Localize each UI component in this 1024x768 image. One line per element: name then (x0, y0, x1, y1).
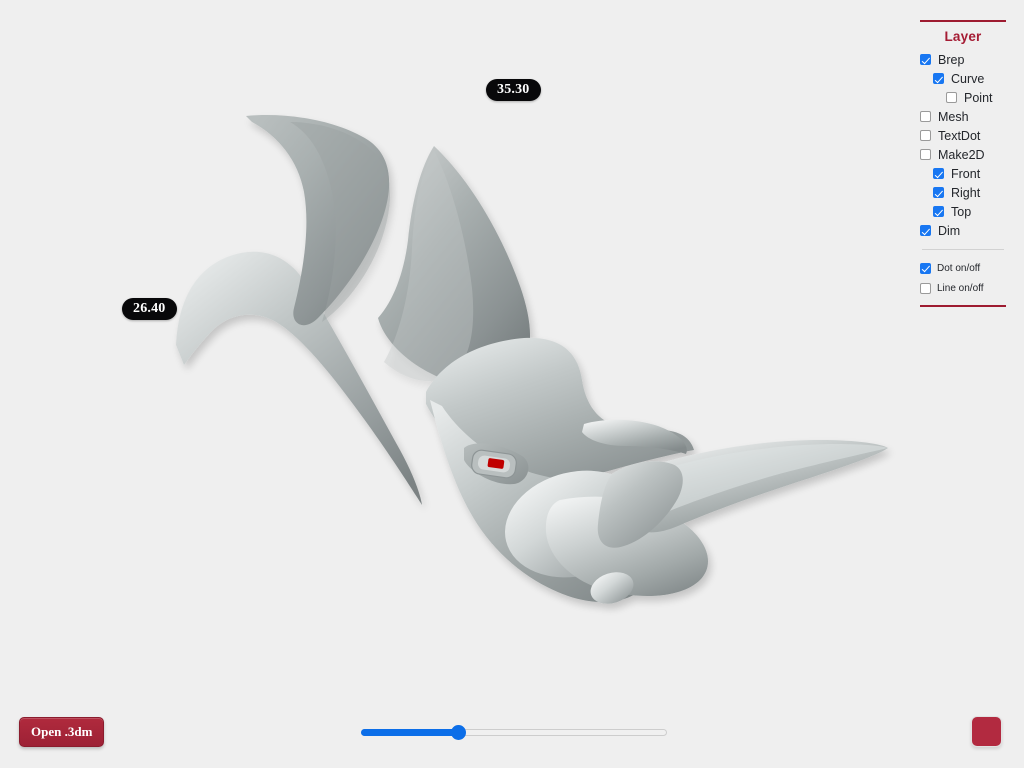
layer-dim-label: Dim (938, 223, 961, 238)
layer-panel-title: Layer (944, 29, 982, 44)
layer-right-checkbox[interactable] (933, 187, 944, 198)
layer-point-label: Point (964, 90, 993, 105)
app-root: 35.30 26.40 Layer Brep Curve Point Mesh Text… (0, 0, 1024, 768)
open-3dm-button[interactable]: Open .3dm (19, 717, 105, 747)
panel-divider-bottom (920, 305, 1006, 307)
layer-toggle-list: Dot on/off Line on/off (920, 258, 1006, 299)
layer-brep-checkbox[interactable] (920, 54, 931, 65)
dimension-dot-1: 35.30 (486, 79, 541, 101)
layer-row-top[interactable]: Top (920, 202, 1006, 221)
layer-row-brep[interactable]: Brep (920, 50, 1006, 69)
toggle-dot-on-off-label: Dot on/off (937, 262, 981, 274)
layer-list: Brep Curve Point Mesh TextDot Make2D Front Righ… (920, 50, 1006, 240)
layer-top-label: Top (951, 204, 972, 219)
layer-row-curve[interactable]: Curve (920, 69, 1006, 88)
toggle-line-on-off-label: Line on/off (937, 283, 984, 295)
layer-make2d-checkbox[interactable] (920, 149, 931, 160)
model-slider[interactable] (361, 724, 667, 740)
slider-thumb[interactable] (451, 725, 467, 740)
layer-make2d-label: Make2D (938, 147, 985, 162)
panel-divider-top (920, 20, 1006, 22)
layer-right-label: Right (951, 185, 981, 200)
layer-textdot-checkbox[interactable] (920, 130, 931, 141)
layer-curve-checkbox[interactable] (933, 73, 944, 84)
layer-curve-label: Curve (951, 71, 985, 86)
layer-textdot-label: TextDot (938, 128, 981, 143)
layer-top-checkbox[interactable] (933, 206, 944, 217)
layer-panel: Layer Brep Curve Point Mesh TextDot Make2D Fro… (920, 20, 1006, 307)
layer-row-mesh[interactable]: Mesh (920, 107, 1006, 126)
layer-front-label: Front (951, 166, 981, 181)
toggle-row-1[interactable]: Line on/off (920, 279, 1006, 300)
layer-row-front[interactable]: Front (920, 164, 1006, 183)
toggle-line-on-off-checkbox[interactable] (920, 283, 931, 295)
layer-row-make2d[interactable]: Make2D (920, 145, 1006, 164)
rhino-3d-model (176, 115, 888, 604)
dimension-dot-2: 26.40 (122, 298, 177, 320)
layer-row-right[interactable]: Right (920, 183, 1006, 202)
3d-viewport[interactable]: 35.30 26.40 (0, 0, 912, 768)
slider-fill (361, 729, 456, 736)
layer-mesh-checkbox[interactable] (920, 111, 931, 122)
layer-brep-label: Brep (938, 52, 965, 67)
layer-mesh-label: Mesh (938, 109, 969, 124)
toggle-row-0[interactable]: Dot on/off (920, 258, 1006, 279)
color-swatch-button[interactable] (971, 716, 1002, 747)
layer-row-point[interactable]: Point (920, 88, 1006, 107)
layer-front-checkbox[interactable] (933, 168, 944, 179)
layer-row-dim[interactable]: Dim (920, 221, 1006, 240)
layer-dim-checkbox[interactable] (920, 225, 931, 236)
layer-point-checkbox[interactable] (946, 92, 957, 103)
layer-row-textdot[interactable]: TextDot (920, 126, 1006, 145)
toggle-dot-on-off-checkbox[interactable] (920, 262, 931, 274)
panel-divider-middle (922, 249, 1004, 250)
